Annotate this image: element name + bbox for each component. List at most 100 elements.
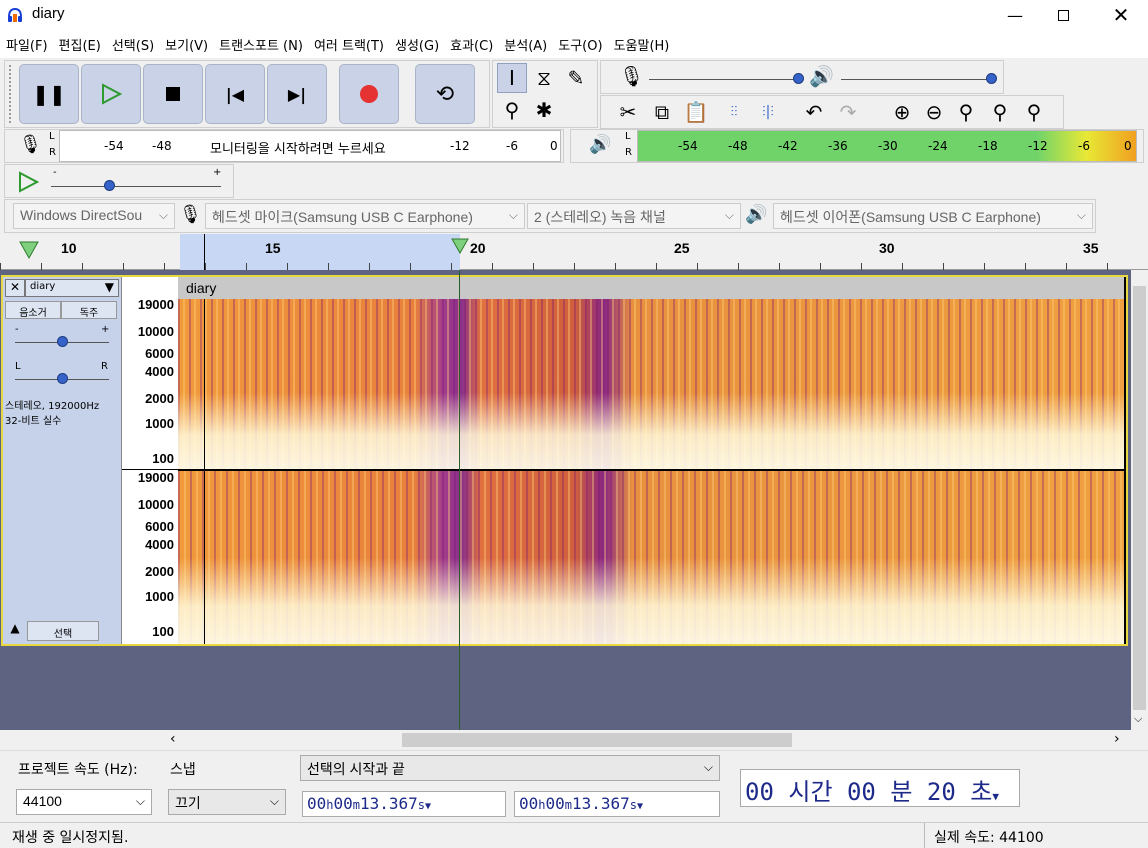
ruler-label: 15: [265, 240, 281, 256]
menu-file[interactable]: 파일(F): [4, 35, 57, 54]
track-select-button[interactable]: 선택: [27, 621, 99, 641]
record-meter[interactable]: -54 -48 모니터링을 시작하려면 누르세요 -12 -6 0: [59, 130, 561, 162]
menu-view[interactable]: 보기(V): [163, 35, 217, 54]
menu-tools[interactable]: 도구(O): [556, 35, 611, 54]
gain-minus-label: -: [15, 324, 19, 335]
redo-icon[interactable]: ↷: [833, 97, 863, 127]
skip-end-button[interactable]: ▶|: [267, 64, 327, 124]
menu-generate[interactable]: 생성(G): [393, 35, 448, 54]
toolbar-grip[interactable]: [9, 65, 17, 123]
envelope-tool-icon[interactable]: ⧖: [529, 63, 559, 93]
selection-mode-select[interactable]: 선택의 시작과 끝 ⌵: [300, 755, 720, 781]
menu-transport[interactable]: 트랜스포트 (N): [217, 35, 312, 54]
freq-label: 2000: [145, 564, 174, 579]
sel-start-menu-icon[interactable]: ▼: [425, 801, 431, 812]
zoom-toggle-icon[interactable]: ⚲: [1019, 97, 1049, 127]
menu-tracks[interactable]: 여러 트랙(T): [312, 35, 393, 54]
menu-help[interactable]: 도움말(H): [612, 35, 679, 54]
pause-button[interactable]: ❚❚: [19, 64, 79, 124]
paste-icon[interactable]: 📋: [681, 97, 711, 127]
mute-button[interactable]: 음소거: [5, 301, 61, 319]
record-button[interactable]: [339, 64, 399, 124]
time-menu-icon[interactable]: ▼: [992, 790, 999, 803]
collapse-track-icon[interactable]: ▲: [5, 621, 25, 641]
menu-effect[interactable]: 효과(C): [448, 35, 502, 54]
spectrogram-channel-left[interactable]: [178, 299, 1124, 469]
frequency-axis[interactable]: 19000 10000 6000 4000 2000 1000 100 1900…: [121, 277, 179, 644]
output-device-select[interactable]: 헤드셋 이어폰(Samsung USB C Earphone) ⌵: [773, 203, 1093, 229]
project-rate-select[interactable]: 44100 ⌵: [16, 789, 152, 815]
spectrogram-view[interactable]: diary: [178, 277, 1124, 644]
cut-icon[interactable]: ✂: [613, 97, 643, 127]
playback-position-icon[interactable]: [451, 238, 469, 254]
track-bitdepth-info: 32-비트 실수: [5, 416, 62, 427]
horizontal-scroll-thumb[interactable]: [402, 733, 792, 747]
scroll-left-icon[interactable]: ‹: [170, 731, 176, 747]
freq-label: 6000: [145, 519, 174, 534]
play-at-speed-icon[interactable]: [17, 171, 39, 193]
track-menu-button[interactable]: diary ▼: [25, 279, 119, 297]
freq-label: 10000: [137, 497, 174, 512]
meter-tick: -6: [1078, 139, 1090, 153]
fit-project-icon[interactable]: ⚲: [985, 97, 1015, 127]
project-rate-value: 44100: [23, 793, 62, 809]
spectrogram-channel-right[interactable]: [178, 471, 1124, 644]
sel-end-menu-icon[interactable]: ▼: [637, 801, 643, 812]
gain-knob[interactable]: [57, 336, 68, 347]
audio-host-select[interactable]: Windows DirectSou ⌵: [13, 203, 175, 229]
close-icon[interactable]: ✕: [1098, 0, 1144, 30]
minimize-icon[interactable]: —: [992, 0, 1038, 30]
time-seconds: 20: [926, 778, 956, 806]
zoom-in-icon[interactable]: ⊕: [887, 97, 917, 127]
meter-tick: -48: [728, 139, 748, 153]
ruler-label: 30: [879, 240, 895, 256]
horizontal-scrollbar[interactable]: ‹ ›: [0, 730, 1131, 750]
play-at-speed-toolbar: - +: [4, 164, 234, 198]
solo-button[interactable]: 독주: [61, 301, 117, 319]
undo-icon[interactable]: ↶: [799, 97, 829, 127]
scroll-right-icon[interactable]: ›: [1114, 731, 1120, 747]
maximize-icon[interactable]: [1040, 0, 1086, 30]
snap-select[interactable]: 끄기 ⌵: [168, 789, 286, 815]
playback-volume-slider[interactable]: [841, 79, 991, 80]
timeline-ruler[interactable]: 10 15 20 25 30 35: [0, 234, 1148, 270]
draw-tool-icon[interactable]: ✎: [561, 63, 591, 93]
multi-tool-icon[interactable]: ✱: [529, 95, 559, 125]
clip-title-bar[interactable]: diary: [178, 277, 1124, 299]
record-volume-slider[interactable]: [649, 79, 799, 80]
playback-meter[interactable]: -54 -48 -42 -36 -30 -24 -18 -12 -6 0: [637, 130, 1137, 162]
playback-volume-knob[interactable]: [986, 73, 997, 84]
speed-slider[interactable]: [51, 186, 221, 187]
sel-end-minutes: 00: [545, 794, 565, 813]
pan-knob[interactable]: [57, 373, 68, 384]
stop-button[interactable]: [143, 64, 203, 124]
vertical-scrollbar[interactable]: ⌵: [1131, 270, 1148, 730]
input-device-select[interactable]: 헤드셋 마이크(Samsung USB C Earphone) ⌵: [205, 203, 525, 229]
trim-icon[interactable]: ⫶⫶: [719, 97, 749, 127]
selection-start-time[interactable]: 00h00m13.367s▼: [302, 791, 506, 817]
zoom-out-icon[interactable]: ⊖: [919, 97, 949, 127]
menu-select[interactable]: 선택(S): [110, 35, 163, 54]
freq-label: 1000: [145, 589, 174, 604]
channels-select[interactable]: 2 (스테레오) 녹음 채널 ⌵: [527, 203, 741, 229]
loop-button[interactable]: ⟲: [415, 64, 475, 124]
play-head-icon[interactable]: [18, 240, 40, 260]
zoom-tool-icon[interactable]: ⚲: [497, 95, 527, 125]
track-format-info: 스테레오, 192000Hz: [5, 401, 100, 412]
vertical-scroll-thumb[interactable]: [1133, 286, 1146, 710]
track-close-icon[interactable]: ✕: [5, 279, 25, 297]
play-button[interactable]: [81, 64, 141, 124]
scroll-down-icon[interactable]: ⌵: [1134, 712, 1142, 726]
skip-start-button[interactable]: |◀: [205, 64, 265, 124]
speed-knob[interactable]: [104, 180, 115, 191]
selection-tool-icon[interactable]: I: [497, 63, 527, 93]
record-volume-knob[interactable]: [793, 73, 804, 84]
fit-selection-icon[interactable]: ⚲: [951, 97, 981, 127]
selection-end-time[interactable]: 00h00m13.367s▼: [514, 791, 720, 817]
silence-icon[interactable]: ⫶|⫶: [753, 97, 783, 127]
menu-edit[interactable]: 편집(E): [57, 35, 110, 54]
copy-icon[interactable]: ⧉: [647, 97, 677, 127]
menu-analyze[interactable]: 분석(A): [502, 35, 556, 54]
audio-position-time[interactable]: 00 시간 00 분 20 초▼: [740, 769, 1020, 807]
speed-minus-label: -: [53, 167, 57, 178]
